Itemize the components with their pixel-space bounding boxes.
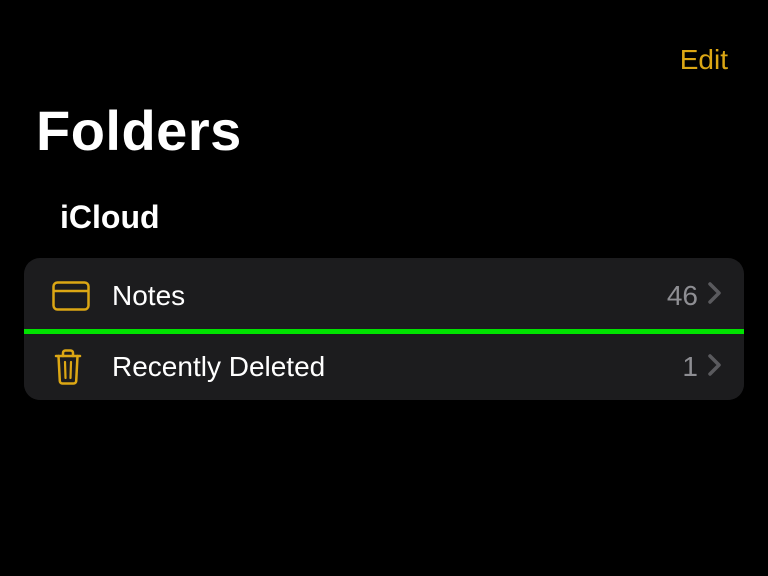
folder-label: Notes: [108, 280, 667, 312]
folder-icon: [52, 281, 108, 311]
chevron-right-icon: [708, 282, 722, 309]
trash-icon: [52, 348, 108, 386]
section-header-icloud: iCloud: [0, 163, 768, 236]
folder-row-notes[interactable]: Notes 46: [24, 258, 744, 334]
folder-row-recently-deleted[interactable]: Recently Deleted 1: [24, 329, 744, 400]
folder-count: 46: [667, 280, 698, 312]
folder-list: Notes 46 Recently Deleted 1: [24, 258, 744, 400]
edit-button[interactable]: Edit: [680, 44, 728, 76]
page-title: Folders: [0, 76, 768, 163]
folder-count: 1: [682, 351, 698, 383]
folder-label: Recently Deleted: [108, 351, 682, 383]
chevron-right-icon: [708, 354, 722, 381]
